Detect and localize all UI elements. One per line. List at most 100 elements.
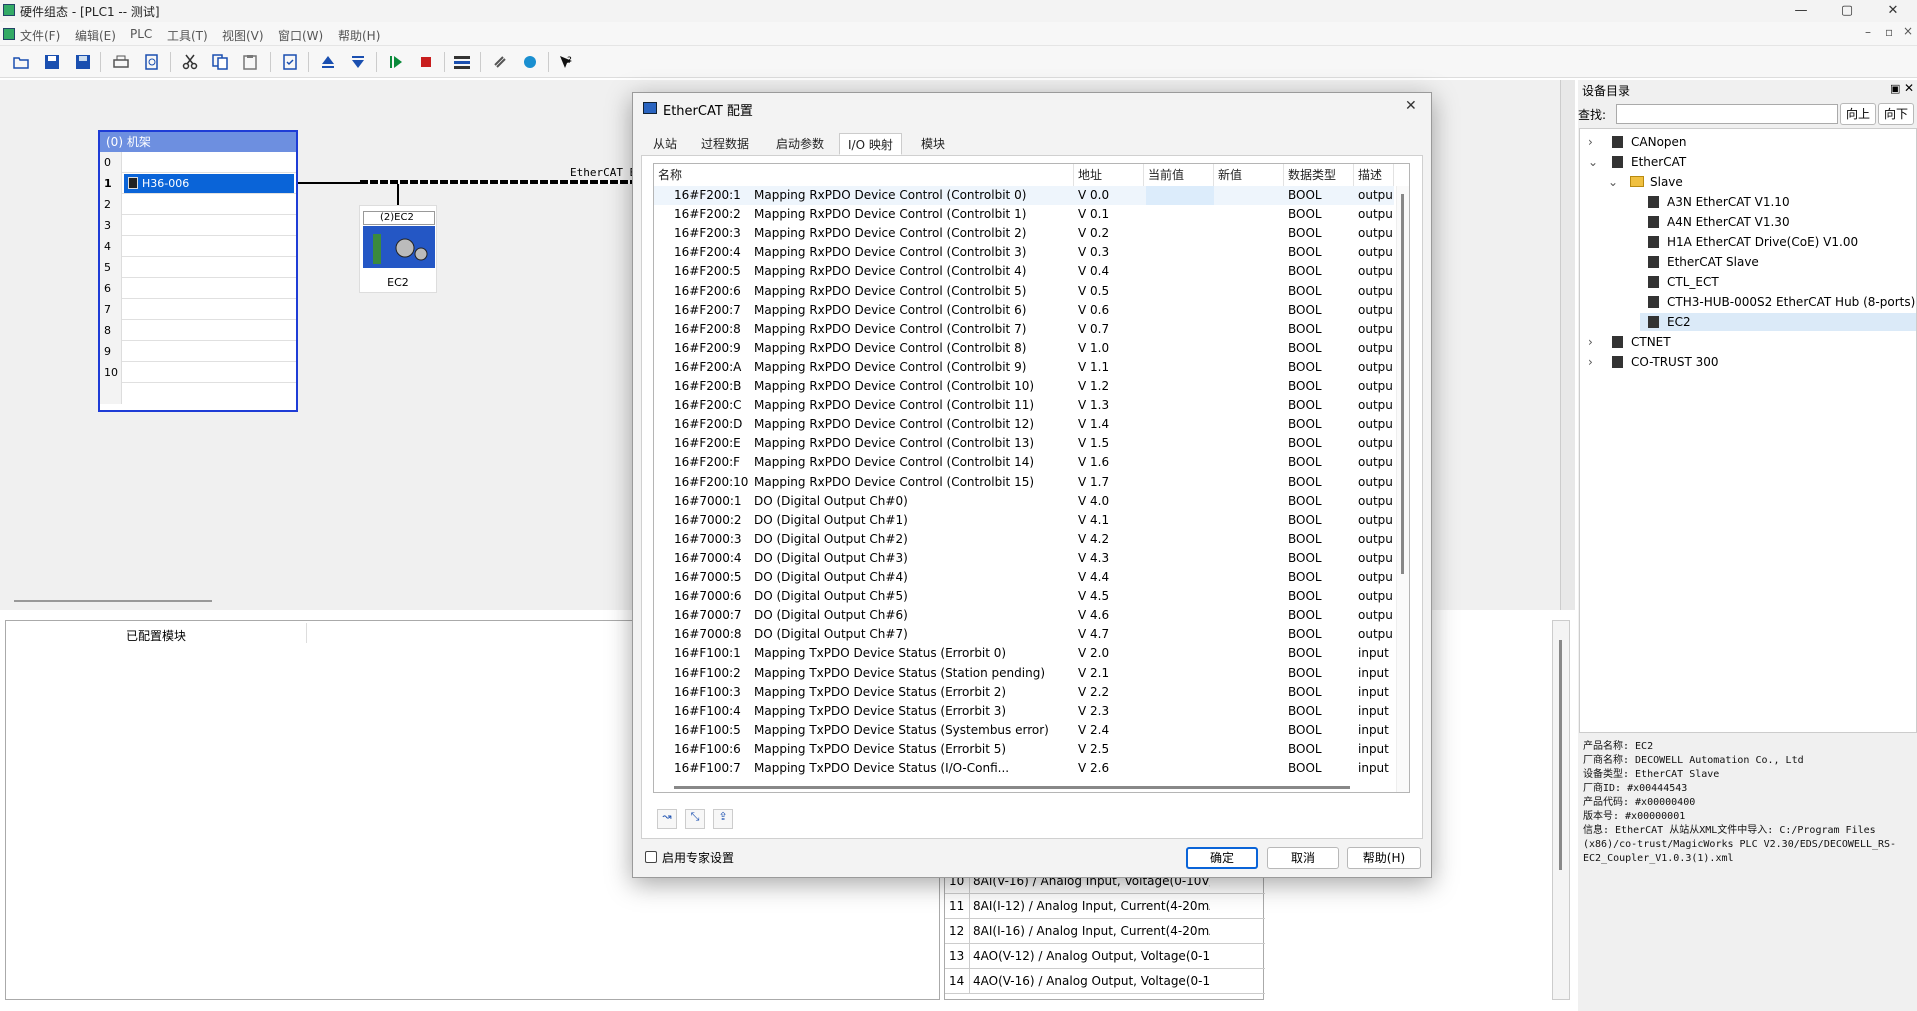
tree-node-slave[interactable]: ⌄ Slave	[1608, 173, 1683, 191]
tab-process-data[interactable]: 过程数据	[693, 133, 757, 155]
table-row[interactable]: 16#F100:5 Mapping TxPDO Device Status (Sy…	[654, 721, 1394, 740]
column-header-name[interactable]: 名称	[654, 164, 1074, 186]
context-help-icon[interactable]: ?	[556, 52, 576, 72]
rack-slot[interactable]: 9	[100, 341, 296, 362]
io-mapping-grid[interactable]: 名称 地址 当前值 新值 数据类型 描述 16#F200:1 Mapping Rx…	[653, 163, 1410, 793]
rack-slot[interactable]: 3	[100, 215, 296, 236]
catalog-close-icon[interactable]: ✕	[1904, 81, 1914, 95]
save-all-icon[interactable]	[73, 52, 93, 72]
map-tool-button[interactable]: ↝	[657, 809, 677, 829]
copy-icon[interactable]	[210, 52, 230, 72]
search-down-button[interactable]: 向下	[1878, 103, 1914, 125]
table-row[interactable]: 16#7000:8 DO (Digital Output Ch#7) V 4.7 BO…	[654, 625, 1394, 644]
paste-icon[interactable]	[240, 52, 260, 72]
menu-plc[interactable]: PLC	[130, 27, 152, 41]
dialog-close-button[interactable]: ✕	[1405, 98, 1417, 114]
table-row[interactable]: 16#7000:7 DO (Digital Output Ch#6) V 4.6 BO…	[654, 606, 1394, 625]
list-item[interactable]: 12 8AI(I-16) / Analog Input, Current(4-20…	[945, 919, 1265, 944]
download-icon[interactable]	[348, 52, 368, 72]
table-row[interactable]: 16#F100:1 Mapping TxPDO Device Status (Er…	[654, 644, 1394, 663]
rack-slot[interactable]: 0	[100, 152, 296, 173]
table-row[interactable]: 16#F200:F Mapping RxPDO Device Control (C…	[654, 453, 1394, 472]
table-row[interactable]: 16#7000:1 DO (Digital Output Ch#0) V 4.0 BO…	[654, 492, 1394, 511]
list-item[interactable]: 13 4AO(V-12) / Analog Output, Voltage(0-1…	[945, 944, 1265, 969]
tree-node-ethercat[interactable]: ⌄ EtherCAT	[1588, 153, 1686, 171]
tab-io-mapping[interactable]: I/O 映射	[839, 133, 902, 155]
maximize-button[interactable]: ▢	[1824, 0, 1870, 22]
table-row[interactable]: 16#7000:4 DO (Digital Output Ch#3) V 4.3 BO…	[654, 549, 1394, 568]
tree-node-canopen[interactable]: › CANopen	[1588, 133, 1687, 151]
run-icon[interactable]	[386, 52, 406, 72]
close-window-button[interactable]: ✕	[1870, 0, 1916, 22]
link-icon[interactable]	[490, 52, 510, 72]
table-row[interactable]: 16#F100:4 Mapping TxPDO Device Status (Er…	[654, 702, 1394, 721]
minimize-button[interactable]: —	[1778, 0, 1824, 22]
column-header-address[interactable]: 地址	[1074, 164, 1144, 186]
column-header-description[interactable]: 描述	[1354, 164, 1394, 186]
tab-modules[interactable]: 模块	[913, 133, 953, 155]
tree-node-co-trust-300[interactable]: › CO-TRUST 300	[1588, 353, 1719, 371]
horizontal-scrollbar[interactable]	[14, 600, 212, 602]
table-row[interactable]: 16#F200:3 Mapping RxPDO Device Control (C…	[654, 224, 1394, 243]
rack-slot[interactable]: 2	[100, 194, 296, 215]
table-row[interactable]: 16#F100:6 Mapping TxPDO Device Status (Er…	[654, 740, 1394, 759]
rack-slot[interactable]: 7	[100, 299, 296, 320]
table-row[interactable]: 16#F200:B Mapping RxPDO Device Control (C…	[654, 377, 1394, 396]
menu-edit[interactable]: 编辑(E)	[75, 27, 116, 44]
menu-tools[interactable]: 工具(T)	[167, 27, 208, 44]
tree-node-h1a[interactable]: H1A EtherCAT Drive(CoE) V1.00	[1648, 233, 1858, 251]
table-row[interactable]: 16#F200:4 Mapping RxPDO Device Control (C…	[654, 243, 1394, 262]
table-row[interactable]: 16#F200:2 Mapping RxPDO Device Control (C…	[654, 205, 1394, 224]
search-up-button[interactable]: 向上	[1840, 103, 1876, 125]
rack-slot[interactable]: 8	[100, 320, 296, 341]
stop-icon[interactable]	[416, 52, 436, 72]
table-row[interactable]: 16#F200:1 Mapping RxPDO Device Control (C…	[654, 186, 1394, 205]
menu-view[interactable]: 视图(V)	[222, 27, 264, 44]
expert-settings-checkbox[interactable]	[645, 851, 657, 863]
print-preview-icon[interactable]	[142, 52, 162, 72]
list-item[interactable]: 14 4AO(V-16) / Analog Output, Voltage(0-1…	[945, 969, 1265, 994]
properties-icon[interactable]	[280, 52, 300, 72]
column-header-data-type[interactable]: 数据类型	[1284, 164, 1354, 186]
mdi-close-button[interactable]: ×	[1903, 24, 1913, 38]
table-row[interactable]: 16#F200:E Mapping RxPDO Device Control (C…	[654, 434, 1394, 453]
current-value-cell[interactable]	[1146, 186, 1214, 205]
table-row[interactable]: 16#7000:5 DO (Digital Output Ch#4) V 4.4 BO…	[654, 568, 1394, 587]
slot-module[interactable]: H36-006	[124, 174, 294, 193]
table-row[interactable]: 16#F200:A Mapping RxPDO Device Control (C…	[654, 358, 1394, 377]
tree-node-ec2-selected[interactable]: EC2	[1640, 313, 1916, 331]
rack-slot[interactable]: 4	[100, 236, 296, 257]
rack[interactable]: (0) 机架 0 1 H36-006 2 3 4 5 6 7 8 9 10	[98, 130, 298, 412]
catalog-pin-icon[interactable]: ▣	[1890, 82, 1900, 95]
rack-slot[interactable]: 10	[100, 362, 296, 383]
table-row[interactable]: 16#F200:8 Mapping RxPDO Device Control (C…	[654, 320, 1394, 339]
menu-file[interactable]: 文件(F)	[20, 27, 60, 44]
grid-scrollbar-thumb[interactable]	[1401, 194, 1404, 574]
tree-node-cth3-hub[interactable]: CTH3-HUB-000S2 EtherCAT Hub (8-ports)	[1648, 293, 1915, 311]
menu-help[interactable]: 帮助(H)	[338, 27, 380, 44]
table-row[interactable]: 16#7000:3 DO (Digital Output Ch#2) V 4.2 BO…	[654, 530, 1394, 549]
table-row[interactable]: 16#7000:6 DO (Digital Output Ch#5) V 4.5 BO…	[654, 587, 1394, 606]
open-icon[interactable]	[11, 52, 31, 72]
search-input[interactable]	[1616, 104, 1838, 124]
rack-slot[interactable]: 6	[100, 278, 296, 299]
table-row[interactable]: 16#F100:7 Mapping TxPDO Device Status (I/…	[654, 759, 1394, 778]
tree-node-a3n[interactable]: A3N EtherCAT V1.10	[1648, 193, 1790, 211]
table-row[interactable]: 16#F100:2 Mapping TxPDO Device Status (St…	[654, 664, 1394, 683]
mdi-minimize-button[interactable]: –	[1865, 25, 1871, 39]
table-row[interactable]: 16#F200:9 Mapping RxPDO Device Control (C…	[654, 339, 1394, 358]
diagnose-icon[interactable]	[520, 52, 540, 72]
rack-slot[interactable]: 5	[100, 257, 296, 278]
chevron-down-icon[interactable]: ⌄	[1588, 153, 1612, 171]
rack-slot-selected[interactable]: 1 H36-006	[100, 173, 296, 194]
tab-startup-params[interactable]: 启动参数	[768, 133, 832, 155]
network-icon[interactable]	[452, 52, 472, 72]
tree-node-ctnet[interactable]: › CTNET	[1588, 333, 1671, 351]
table-row[interactable]: 16#F200:10 Mapping RxPDO Device Control (…	[654, 473, 1394, 492]
column-header-current-value[interactable]: 当前值	[1144, 164, 1214, 186]
column-header-new-value[interactable]: 新值	[1214, 164, 1284, 186]
export-mapping-button[interactable]: ⇪	[713, 809, 733, 829]
tree-node-a4n[interactable]: A4N EtherCAT V1.30	[1648, 213, 1790, 231]
bottom-scrollbar-thumb[interactable]	[1559, 640, 1562, 870]
clear-mapping-button[interactable]: ⤡	[685, 809, 705, 829]
